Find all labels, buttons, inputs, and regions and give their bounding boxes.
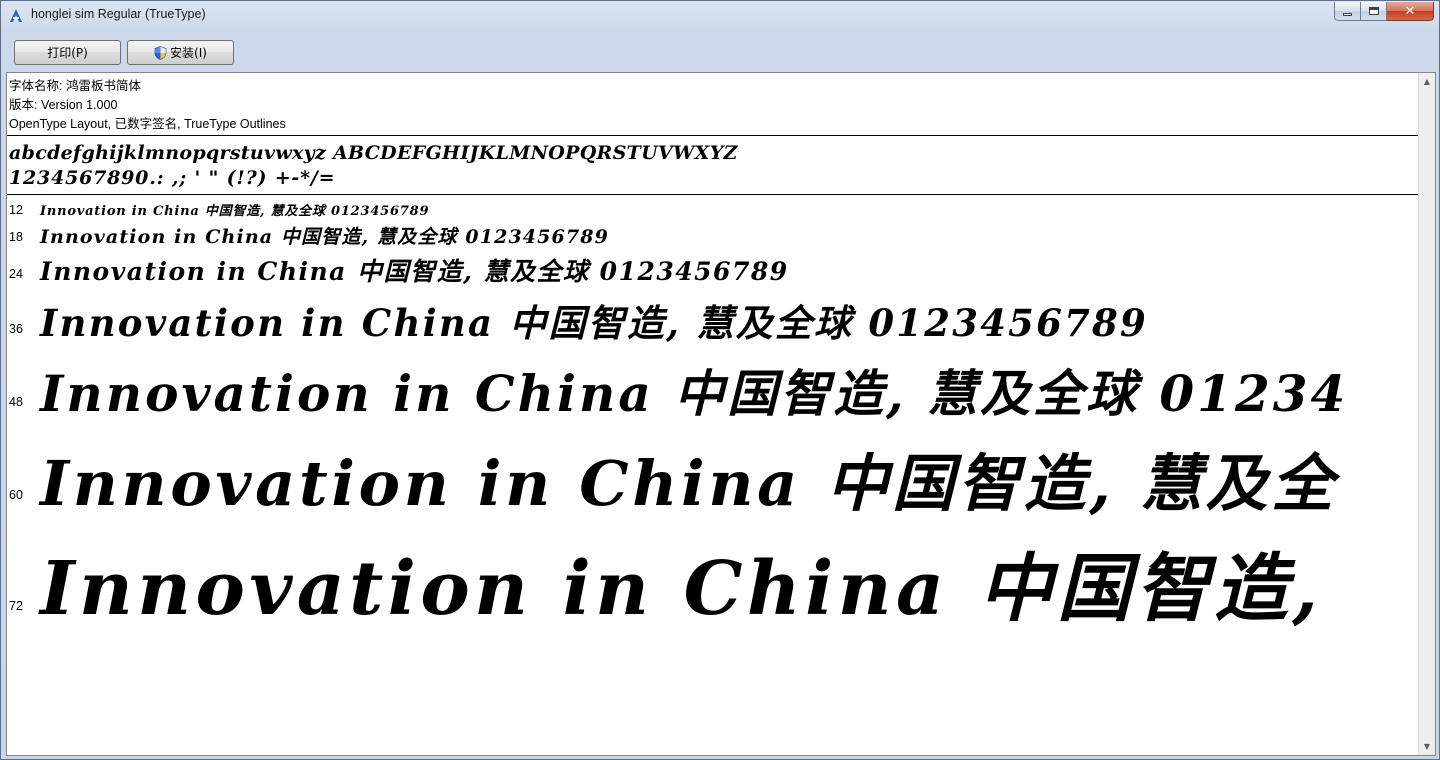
window-title: honglei sim Regular (TrueType) [31,7,206,21]
sample-row-72: 72 Innovation in China 中国智造, [7,521,1419,631]
vertical-scrollbar[interactable]: ▲ ▼ [1418,73,1435,755]
charset-symbols: 1234567890.: ,; ' " (!?) +-*/= [9,167,336,189]
sample-row-18: 18 Innovation in China 中国智造, 慧及全球 012345… [7,220,1419,250]
scroll-down-icon[interactable]: ▼ [1419,738,1435,755]
maximize-button[interactable] [1361,2,1387,21]
sample-row-36: 36 Innovation in China 中国智造, 慧及全球 012345… [7,290,1419,350]
font-app-icon [10,9,22,22]
divider [7,135,1419,136]
scroll-up-icon[interactable]: ▲ [1419,73,1435,90]
minimize-button[interactable] [1334,2,1361,21]
font-name-line: 字体名称: 鸿雷板书简体 [9,79,141,93]
charset-letters: abcdefghijklmnopqrstuvwxyz ABCDEFGHIJKLM… [9,142,738,164]
features-line: OpenType Layout, 已数字签名, TrueType Outline… [9,117,286,131]
caption-buttons: ✕ [1334,2,1434,22]
close-button[interactable]: ✕ [1387,2,1434,21]
sample-row-60: 60 Innovation in China 中国智造, 慧及全 [7,428,1419,518]
size-label: 36 [9,322,23,336]
font-preview-pane[interactable]: 字体名称: 鸿雷板书简体 版本: Version 1.000 OpenType … [6,72,1436,756]
toolbar: 打印(P) 安装(I) [9,37,1433,71]
sample-row-12: 12 Innovation in China 中国智造, 慧及全球 012345… [7,199,1419,219]
size-label: 48 [9,395,23,409]
sample-text: Innovation in China 中国智造, 慧及全 [40,447,1337,518]
title-bar[interactable]: honglei sim Regular (TrueType) ✕ [1,1,1439,31]
sample-text: Innovation in China 中国智造, 慧及全球 012345678… [40,204,430,219]
uac-shield-icon [154,45,167,60]
maximize-icon [1361,2,1386,20]
font-metadata: 字体名称: 鸿雷板书简体 版本: Version 1.000 OpenType … [9,77,286,134]
size-label: 60 [9,488,23,502]
size-label: 24 [9,267,23,281]
minimize-icon [1335,2,1360,20]
sample-text: Innovation in China 中国智造, 慧及全球 012345678… [40,257,789,286]
print-button[interactable]: 打印(P) [14,40,121,65]
font-viewer-window: honglei sim Regular (TrueType) ✕ 打印(P) 安… [0,0,1440,760]
size-label: 72 [9,599,23,613]
sample-text: Innovation in China 中国智造, 慧及全球 01234 [40,364,1349,423]
version-line: 版本: Version 1.000 [9,98,118,112]
sample-row-24: 24 Innovation in China 中国智造, 慧及全球 012345… [7,250,1419,290]
install-button[interactable]: 安装(I) [127,40,234,65]
sample-row-48: 48 Innovation in China 中国智造, 慧及全球 01234 [7,350,1419,425]
sample-text: Innovation in China 中国智造, [40,546,1323,631]
size-label: 12 [9,203,23,217]
divider [7,194,1419,195]
install-button-label: 安装(I) [170,46,207,60]
sample-text: Innovation in China 中国智造, 慧及全球 012345678… [40,226,609,248]
print-button-label: 打印(P) [47,46,88,60]
close-icon: ✕ [1404,3,1416,19]
size-label: 18 [9,230,23,244]
sample-text: Innovation in China 中国智造, 慧及全球 012345678… [40,301,1148,345]
